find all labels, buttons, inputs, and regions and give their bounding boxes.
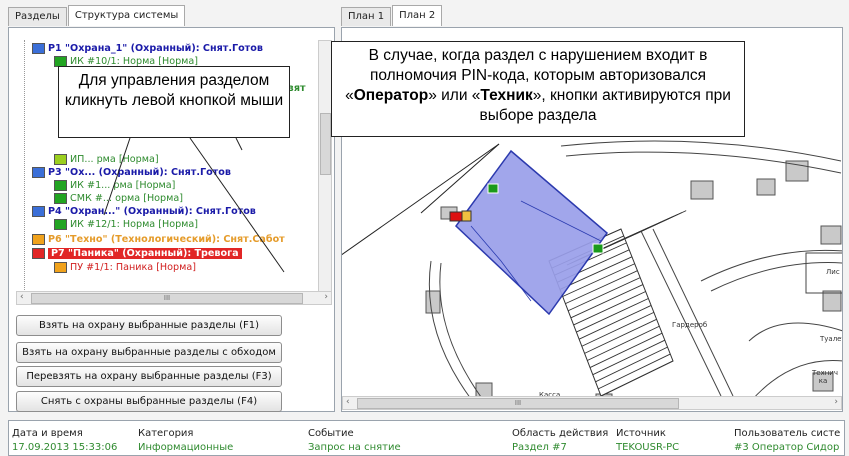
col-scope[interactable]: Область действия <box>512 428 612 439</box>
callout-right: В случае, когда раздел с нарушением вход… <box>331 41 745 137</box>
col-date[interactable]: Дата и время <box>12 428 132 439</box>
callout-right-text-2: » или « <box>428 87 481 104</box>
cell-event: Запрос на снятие <box>308 442 401 453</box>
cell-user: #3 Оператор Сидор <box>734 442 840 453</box>
col-user[interactable]: Пользователь систе <box>734 428 842 439</box>
callout-left: Для управления разделом кликнуть левой к… <box>58 66 290 138</box>
cell-date: 17.09.2013 15:33:06 <box>12 442 118 453</box>
col-category[interactable]: Категория <box>138 428 298 439</box>
table-row[interactable]: 17.09.2013 15:33:06 Информационные Запро… <box>8 442 843 454</box>
callout-right-operator: Оператор <box>353 87 429 104</box>
col-source[interactable]: Источник <box>616 428 726 439</box>
cell-scope: Раздел #7 <box>512 442 567 453</box>
cell-source: TEKOUSR-PC <box>616 442 680 453</box>
cell-category: Информационные <box>138 442 234 453</box>
col-event[interactable]: Событие <box>308 428 508 439</box>
callout-right-tech: Техник <box>480 87 533 104</box>
events-header: Дата и время Категория Событие Область д… <box>8 428 843 441</box>
